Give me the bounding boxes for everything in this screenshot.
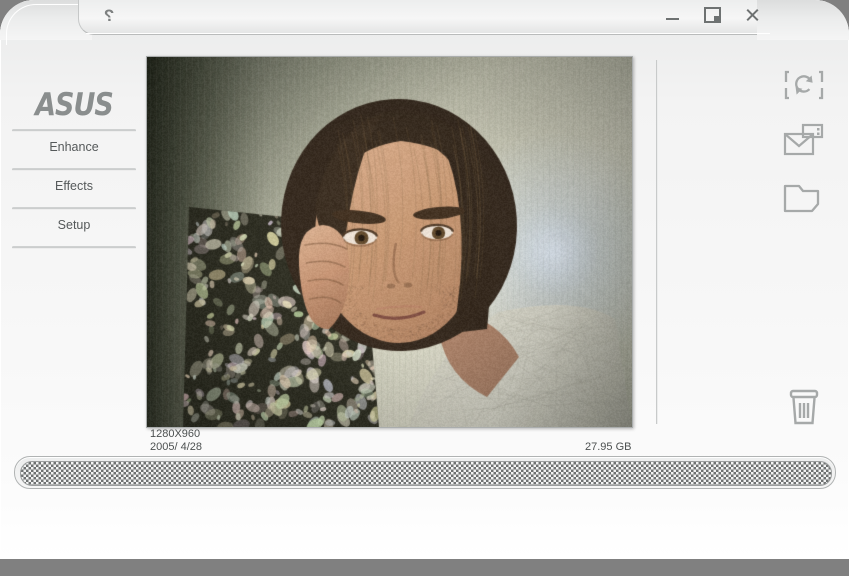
resolution-label: 1280X960 [150, 428, 202, 441]
webcam-image [147, 57, 632, 427]
refresh-icon [784, 69, 824, 101]
close-icon [745, 8, 760, 23]
maximize-icon [704, 7, 721, 23]
thumbnail-tray-track[interactable] [20, 461, 832, 486]
video-preview[interactable] [146, 56, 633, 428]
asus-webcam-window: ? ASUS Enhance Effects Setup 1280X960 20… [0, 0, 849, 559]
minimize-icon [666, 18, 679, 20]
email-button[interactable] [776, 115, 832, 165]
sidebar-divider [12, 246, 136, 249]
minimize-button[interactable] [661, 4, 683, 26]
disk-free-label: 27.95 GB [585, 441, 631, 453]
folder-icon [782, 180, 826, 214]
window-controls [661, 4, 763, 26]
sidebar-item-effects[interactable]: Effects [12, 171, 136, 202]
refresh-button[interactable] [776, 60, 832, 110]
email-icon [782, 122, 826, 158]
video-info: 1280X960 2005/ 4/28 [150, 428, 202, 454]
folder-button[interactable] [776, 172, 832, 222]
titlebar-highlight [86, 33, 770, 34]
right-toolbar [770, 60, 838, 426]
asus-logo: ASUS [12, 85, 136, 126]
bottom-toolbar: Record [0, 495, 849, 555]
trash-button[interactable] [776, 382, 832, 432]
title-bar: ? [0, 0, 849, 36]
titlebar-right-corner [757, 0, 849, 40]
help-icon[interactable]: ? [98, 5, 120, 27]
close-button[interactable] [741, 4, 763, 26]
left-sidebar: ASUS Enhance Effects Setup [12, 88, 136, 249]
sidebar-item-enhance[interactable]: Enhance [12, 132, 136, 163]
thumbnail-tray[interactable] [14, 456, 836, 489]
maximize-button[interactable] [701, 4, 723, 26]
panel-divider [656, 60, 658, 424]
trash-icon [786, 387, 822, 427]
sidebar-item-setup[interactable]: Setup [12, 210, 136, 241]
date-label: 2005/ 4/28 [150, 441, 202, 454]
